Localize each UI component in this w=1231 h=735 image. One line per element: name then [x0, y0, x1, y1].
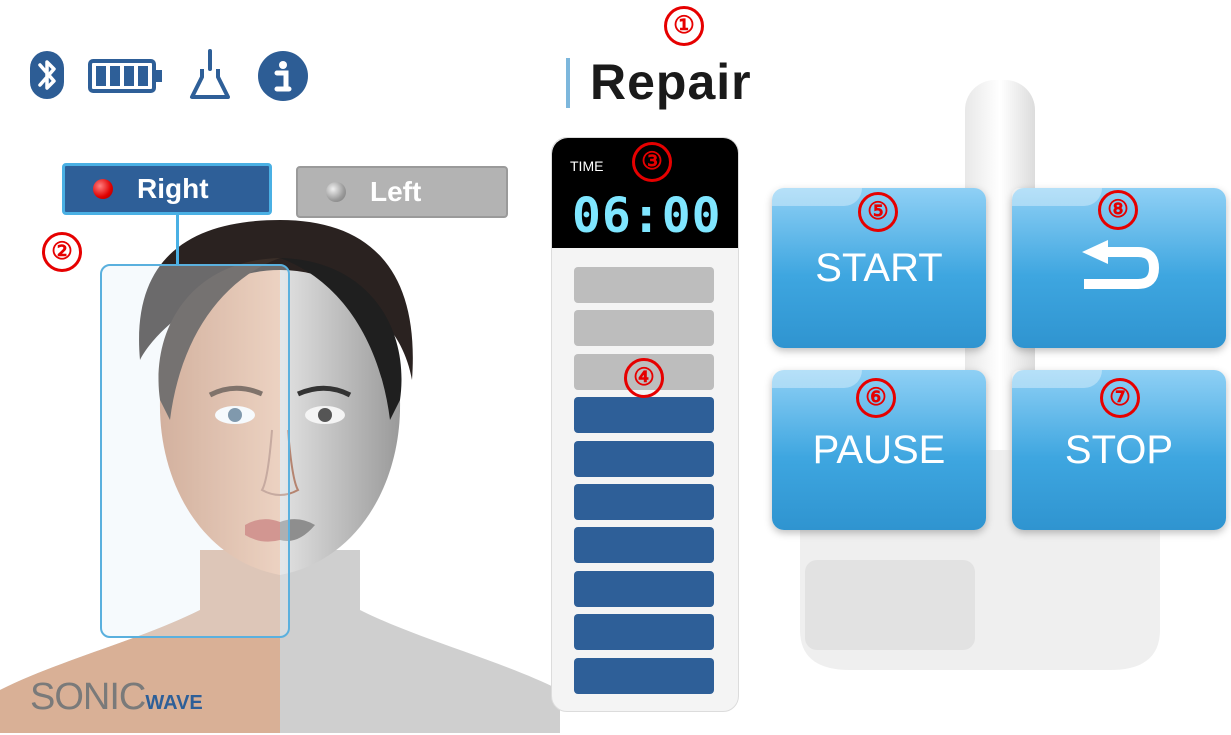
level-segment-active — [574, 484, 714, 520]
button-tab — [772, 188, 862, 206]
timer-label: TIME — [570, 158, 604, 174]
brand-name-right: WAVE — [145, 692, 203, 714]
title-accent-bar — [566, 58, 570, 108]
button-tab — [1012, 188, 1102, 206]
unselected-indicator-icon — [326, 182, 346, 202]
selected-indicator-icon — [93, 179, 113, 199]
pause-label: PAUSE — [812, 427, 946, 472]
side-right-label: Right — [137, 173, 209, 204]
level-segment-inactive — [574, 267, 714, 303]
callout-7: ⑦ — [1100, 378, 1140, 418]
battery-icon — [88, 59, 164, 93]
level-segment-active — [574, 570, 714, 607]
callout-6: ⑥ — [856, 378, 896, 418]
bluetooth-icon — [30, 51, 64, 99]
side-left-label: Left — [370, 176, 422, 207]
brand-logo: SONICWAVE — [30, 676, 203, 719]
zone-connector-line — [176, 215, 179, 265]
brand-name-left: SONIC — [30, 676, 146, 718]
level-segment-inactive — [574, 310, 714, 347]
callout-1: ① — [664, 6, 704, 46]
level-segment-active — [574, 614, 714, 651]
callout-5: ⑤ — [858, 192, 898, 232]
callout-2: ② — [42, 232, 82, 272]
button-tab — [772, 370, 862, 388]
timer-value: 06:00 — [572, 188, 722, 244]
side-left-button[interactable]: Left — [296, 166, 508, 218]
button-tab — [1012, 370, 1102, 388]
mode-title: Repair — [590, 54, 752, 110]
level-segment-active — [574, 527, 714, 564]
level-segment-active — [574, 657, 714, 694]
status-bar — [30, 45, 350, 105]
treatment-zone-overlay — [100, 264, 290, 638]
stop-label: STOP — [1064, 427, 1174, 472]
level-segment-active — [574, 440, 714, 477]
back-arrow-icon — [1082, 240, 1159, 289]
start-label: START — [815, 245, 943, 290]
info-icon[interactable] — [258, 51, 308, 101]
level-segment-active — [574, 397, 714, 434]
callout-4: ④ — [624, 358, 664, 398]
side-right-button[interactable]: Right — [62, 163, 272, 215]
probe-icon — [186, 47, 234, 103]
callout-8: ⑧ — [1098, 190, 1138, 230]
callout-3: ③ — [632, 142, 672, 182]
timer-panel: TIME 06:00 — [551, 137, 739, 712]
